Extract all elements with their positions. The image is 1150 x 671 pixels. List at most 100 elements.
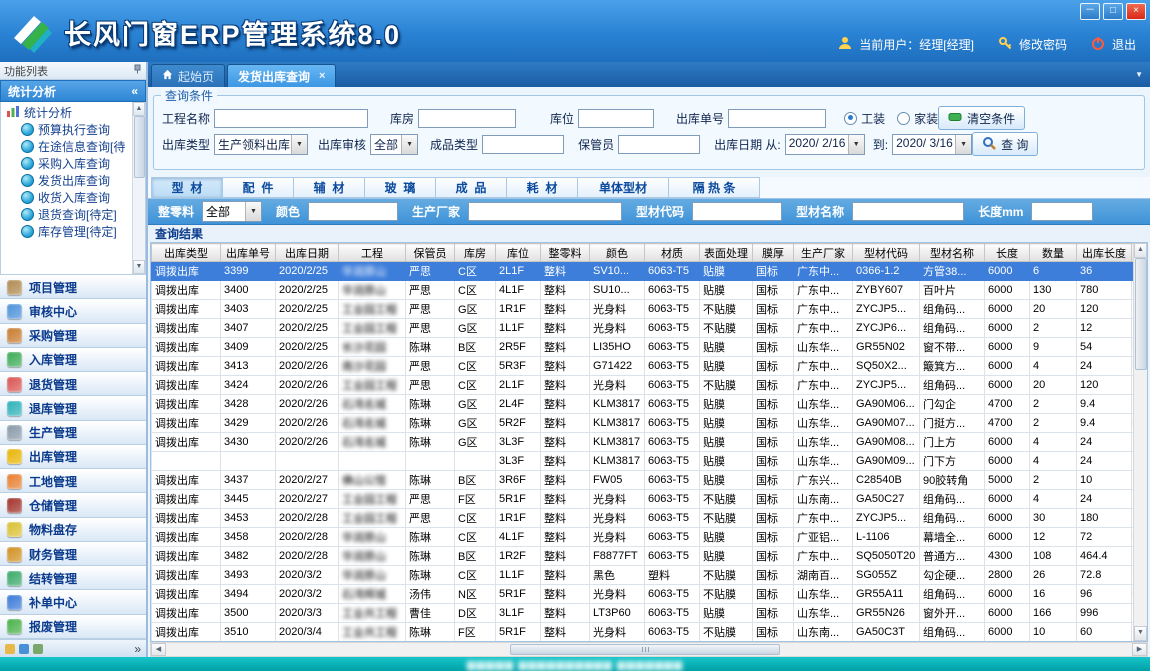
column-header[interactable]: 材质 <box>645 244 700 262</box>
close-tab-icon[interactable]: × <box>319 70 325 82</box>
tree-item[interactable]: 预算执行查询 <box>1 121 145 138</box>
tree-scroll-thumb[interactable] <box>134 116 145 178</box>
manufacturer-input[interactable] <box>468 202 622 221</box>
scroll-left-icon[interactable]: ◀ <box>151 643 166 656</box>
date-to-picker[interactable]: 2020/ 3/16 ▼ <box>892 134 972 155</box>
close-button[interactable]: × <box>1126 3 1146 20</box>
table-row[interactable]: 调拨出库34032020/2/25工业园工程严思G区1R1F整料光身料6063-… <box>152 300 1149 319</box>
column-header[interactable]: 长度 <box>985 244 1030 262</box>
vertical-scroll-thumb[interactable] <box>1135 258 1147 370</box>
tree-item[interactable]: 收货入库查询 <box>1 189 145 206</box>
tree-item[interactable]: 库存管理[待定] <box>1 223 145 240</box>
column-header[interactable]: 表面处理 <box>700 244 753 262</box>
sidebar-item[interactable]: 结转管理 <box>0 566 146 590</box>
scroll-down-icon[interactable]: ▼ <box>1134 626 1147 641</box>
warehouse-input[interactable] <box>418 109 516 128</box>
tab-active[interactable]: 发货出库查询× <box>227 64 336 87</box>
scroll-right-icon[interactable]: ▶ <box>1132 643 1147 656</box>
tab-list-dropdown-icon[interactable]: ▼ <box>1135 70 1143 79</box>
column-header[interactable]: 出库单号 <box>221 244 276 262</box>
profile-name-input[interactable] <box>852 202 964 221</box>
keeper-input[interactable] <box>618 135 700 154</box>
length-input[interactable] <box>1031 202 1093 221</box>
table-row[interactable]: 调拨出库34302020/2/26石湾名城陈琳G区3L3F整料KLM381760… <box>152 433 1149 452</box>
outbound-type-select[interactable]: 生产领料出库 ▼ <box>214 134 308 155</box>
table-row[interactable]: 调拨出库34452020/2/27工业园工程严思F区5R1F整料光身料6063-… <box>152 490 1149 509</box>
tree-scrollbar[interactable]: ▲ ▼ <box>132 102 145 274</box>
sidebar-item[interactable]: 出库管理 <box>0 445 146 469</box>
scroll-up-icon[interactable]: ▲ <box>133 102 145 116</box>
scroll-up-icon[interactable]: ▲ <box>1134 243 1147 258</box>
tree-root[interactable]: 统计分析 <box>1 104 145 121</box>
horizontal-scroll-thumb[interactable] <box>510 644 781 655</box>
column-header[interactable]: 膜厚 <box>753 244 794 262</box>
table-row[interactable]: 调拨出库34532020/2/28工业园工程严思C区1R1F整料光身料6063-… <box>152 509 1149 528</box>
table-row[interactable]: 3L3F整料KLM38176063-T5贴膜国标山东华...GA90M09...… <box>152 452 1149 471</box>
material-tab[interactable]: 隔 热 条 <box>669 177 760 198</box>
scroll-down-icon[interactable]: ▼ <box>133 260 145 274</box>
material-tab[interactable]: 辅 材 <box>294 177 365 198</box>
table-row[interactable]: 调拨出库34582020/2/28华润原山陈琳C区4L1F整料光身料6063-T… <box>152 528 1149 547</box>
table-row[interactable]: 调拨出库34292020/2/26石湾名城陈琳G区5R2F整料KLM381760… <box>152 414 1149 433</box>
monitor-icon[interactable] <box>19 644 29 654</box>
tree-item[interactable]: 采购入库查询 <box>1 155 145 172</box>
column-header[interactable]: 库位 <box>496 244 541 262</box>
audit-select[interactable]: 全部 ▼ <box>370 134 418 155</box>
change-password-link[interactable]: 修改密码 <box>1019 36 1067 53</box>
project-name-input[interactable] <box>214 109 368 128</box>
table-row[interactable]: 调拨出库34372020/2/27佛山公馆陈琳B区3R6F整料FW056063-… <box>152 471 1149 490</box>
column-header[interactable]: 出库类型 <box>152 244 221 262</box>
tree-item[interactable]: 发货出库查询 <box>1 172 145 189</box>
table-row[interactable]: 调拨出库35002020/3/3工业共工程曹佳D区3L1F整料LT3P60606… <box>152 604 1149 623</box>
tree-item[interactable]: 在途信息查询[待 <box>1 138 145 155</box>
table-row[interactable]: 调拨出库34092020/2/25长沙花园陈琳B区2R5F整料LI35HO606… <box>152 338 1149 357</box>
homewear-radio[interactable] <box>897 112 910 125</box>
table-row[interactable]: 调拨出库34932020/3/2华润原山陈琳C区1L1F整料黑色塑料不贴膜国标湖… <box>152 566 1149 585</box>
table-row[interactable]: 调拨出库34132020/2/26南沙花园严思C区5R3F整料G71422606… <box>152 357 1149 376</box>
product-type-input[interactable] <box>482 135 564 154</box>
table-row[interactable]: 调拨出库35102020/3/4工业共工程陈琳F区5R1F整料光身料6063-T… <box>152 623 1149 642</box>
material-tab[interactable]: 型 材 <box>151 177 223 198</box>
sidebar-item[interactable]: 入库管理 <box>0 348 146 372</box>
column-header[interactable]: 库房 <box>455 244 496 262</box>
sidebar-item[interactable]: 采购管理 <box>0 324 146 348</box>
sidebar-item[interactable]: 报废管理 <box>0 615 146 639</box>
table-vertical-scrollbar[interactable]: ▲ ▼ <box>1133 243 1147 641</box>
logout-button[interactable]: 退出 <box>1112 36 1136 53</box>
table-row[interactable]: 调拨出库34072020/2/25工业园工程严思G区1L1F整料光身料6063-… <box>152 319 1149 338</box>
table-row[interactable]: 调拨出库34282020/2/26石湾名城陈琳G区2L4F整料KLM381760… <box>152 395 1149 414</box>
table-row[interactable]: 调拨出库34002020/2/25华润原山严思C区4L1F整料SU10...60… <box>152 281 1149 300</box>
date-from-picker[interactable]: 2020/ 2/16 ▼ <box>785 134 865 155</box>
material-tab[interactable]: 成 品 <box>436 177 507 198</box>
search-button[interactable]: 查 询 <box>972 132 1038 156</box>
table-row[interactable]: 调拨出库34942020/3/2石湾辉城汤伟N区5R1F整料光身料6063-T5… <box>152 585 1149 604</box>
sidebar-item[interactable]: 仓储管理 <box>0 493 146 517</box>
table-horizontal-scrollbar[interactable]: ◀ ▶ <box>150 642 1148 657</box>
location-input[interactable] <box>578 109 654 128</box>
minimize-button[interactable]: － <box>1080 3 1100 20</box>
table-row[interactable]: 调拨出库34242020/2/26工业园工程严思C区2L1F整料光身料6063-… <box>152 376 1149 395</box>
sidebar-item[interactable]: 生产管理 <box>0 421 146 445</box>
column-header[interactable]: 型材名称 <box>920 244 985 262</box>
collapse-icon[interactable]: « <box>131 84 138 98</box>
material-tab[interactable]: 配 件 <box>223 177 294 198</box>
whole-part-select[interactable]: 全部 ▼ <box>202 201 262 222</box>
table-row[interactable]: 调拨出库34822020/2/28华润原山陈琳B区1R2F整料F8877FT60… <box>152 547 1149 566</box>
column-header[interactable]: 工程 <box>339 244 406 262</box>
color-input[interactable] <box>308 202 398 221</box>
footer-more-button[interactable]: » <box>134 642 141 656</box>
sidebar-item[interactable]: 审核中心 <box>0 299 146 323</box>
maximize-button[interactable]: □ <box>1103 3 1123 20</box>
sidebar-item[interactable]: 财务管理 <box>0 542 146 566</box>
workwear-radio[interactable] <box>844 112 857 125</box>
sidebar-item[interactable]: 退货管理 <box>0 372 146 396</box>
sidebar-item[interactable]: 项目管理 <box>0 275 146 299</box>
column-header[interactable]: 出库长度 <box>1077 244 1132 262</box>
order-no-input[interactable] <box>728 109 826 128</box>
column-header[interactable]: 颜色 <box>590 244 645 262</box>
clear-conditions-button[interactable]: 清空条件 <box>938 106 1025 130</box>
column-header[interactable]: 型材代码 <box>853 244 920 262</box>
folder-icon[interactable] <box>5 644 15 654</box>
table-row[interactable]: 调拨出库33992020/2/25华润原山严思C区2L1F整料SV10...60… <box>152 262 1149 281</box>
tree-item[interactable]: 退货查询[待定] <box>1 206 145 223</box>
